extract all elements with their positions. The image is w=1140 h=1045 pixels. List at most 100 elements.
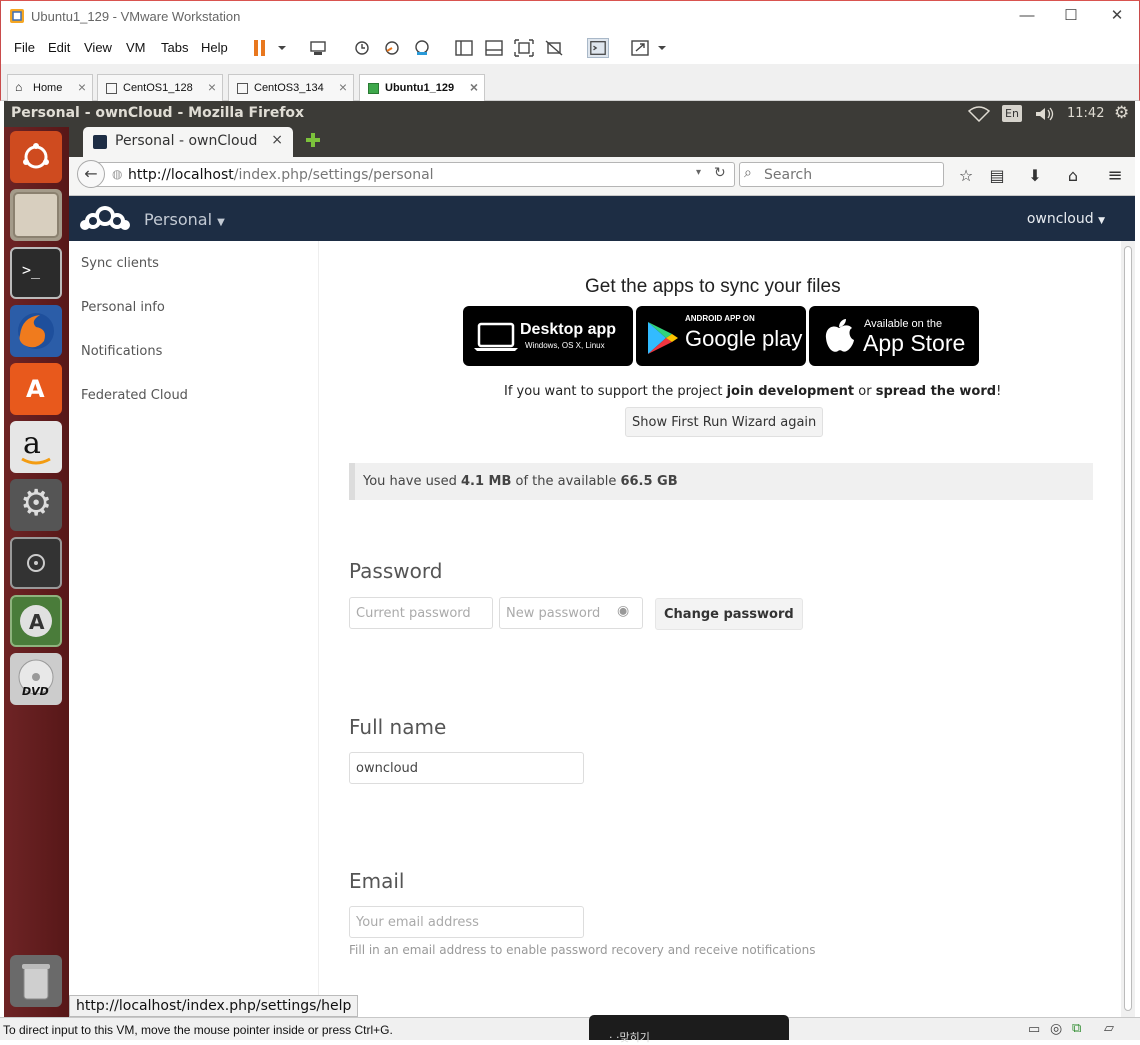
software-updater-icon[interactable]: A [10,595,62,647]
fullname-input[interactable] [349,752,584,784]
app-menu[interactable]: Personal ▼ [144,210,225,229]
console-view-icon[interactable] [587,38,609,58]
url-text[interactable]: http://localhost/index.php/settings/pers… [128,167,434,183]
url-dropdown-icon[interactable]: ▾ [696,167,701,178]
ios-badge-top: Available on the [864,318,943,330]
sidebar-item-sync-clients[interactable]: Sync clients [81,256,159,271]
browser-tab-personal[interactable]: Personal - ownCloud × [83,127,293,157]
menu-vm[interactable]: VM [126,40,146,55]
laptop-icon [474,322,518,351]
join-development-link[interactable]: join development [727,384,855,399]
full-screen-icon[interactable] [513,38,535,58]
close-icon[interactable]: × [271,132,283,148]
email-input[interactable] [349,906,584,938]
ubuntu-top-panel: Personal - ownCloud - Mozilla Firefox En… [4,101,1135,127]
hamburger-menu-icon[interactable]: ≡ [1105,166,1125,186]
clock[interactable]: 11:42 [1067,106,1104,121]
files-icon[interactable] [10,189,62,241]
quota-text-part: You have used [363,474,461,489]
search-bar[interactable]: ⌕ [739,162,944,187]
send-ctrl-alt-del-icon[interactable] [307,38,329,58]
stretch-guest-icon[interactable] [629,38,651,58]
amazon-icon[interactable]: a [10,421,62,473]
scrollbar-thumb[interactable] [1124,246,1132,1011]
apps-heading: Get the apps to sync your files [585,276,841,297]
snapshot-icon[interactable] [351,38,373,58]
show-library-icon[interactable] [453,38,475,58]
close-window-button[interactable]: ✕ [1103,5,1131,27]
downloads-icon[interactable]: ⬇ [1025,166,1045,186]
sidebar-item-notifications[interactable]: Notifications [81,344,162,359]
backup-icon[interactable] [10,537,62,589]
software-center-icon[interactable]: A [10,363,62,415]
google-play-badge[interactable]: ANDROID APP ON Google play [636,306,806,366]
chevron-down-icon[interactable] [651,38,673,58]
keyboard-layout-indicator[interactable]: En [1002,105,1022,122]
menu-tabs[interactable]: Tabs [161,40,188,55]
close-icon[interactable]: × [339,79,347,95]
desktop-app-badge[interactable]: Desktop app Windows, OS X, Linux [463,306,633,366]
ime-popup[interactable]: · ·맞히기 [589,1015,789,1044]
bookmark-star-icon[interactable]: ☆ [956,166,976,186]
svg-text:A: A [29,610,45,634]
cd-icon[interactable]: ◎ [1050,1020,1062,1037]
gear-icon[interactable]: ⚙ [1114,103,1129,123]
page-scrollbar[interactable] [1121,241,1135,1017]
home-icon[interactable]: ⌂ [1063,166,1083,186]
svg-text:DVD: DVD [22,685,49,698]
pause-icon[interactable] [249,38,271,58]
message-icon[interactable]: ▱ [1104,1020,1114,1036]
dvd-icon[interactable]: DVD [10,653,62,705]
close-icon[interactable]: × [470,79,478,95]
menu-edit[interactable]: Edit [48,40,70,55]
eye-icon[interactable]: ◉ [617,603,629,619]
wifi-icon[interactable] [968,106,990,122]
snapshot-manager-icon[interactable] [411,38,433,58]
bookmarks-menu-icon[interactable]: ▤ [987,166,1007,186]
sidebar-item-personal-info[interactable]: Personal info [81,300,165,315]
volume-icon[interactable] [1034,106,1056,122]
maximize-button[interactable]: ☐ [1057,5,1085,27]
link-status-url: http://localhost/index.php/settings/help [69,995,359,1017]
search-input[interactable] [762,166,937,184]
support-text-part: ! [996,384,1002,399]
tab-ubuntu1[interactable]: Ubuntu1_129 × [359,74,485,102]
trash-icon[interactable] [10,955,62,1007]
hdd-icon[interactable]: ▭ [1028,1021,1040,1037]
vm-icon [237,83,248,94]
ime-popup-text: · ·맞히기 [609,1031,650,1044]
close-icon[interactable]: × [78,79,86,95]
tab-home[interactable]: ⌂ Home × [7,74,93,101]
sidebar-item-federated-cloud[interactable]: Federated Cloud [81,388,188,403]
system-settings-icon[interactable]: ⚙ [10,479,62,531]
terminal-icon[interactable]: >_ [10,247,62,299]
app-store-badge[interactable]: Available on the App Store [809,306,979,366]
ubuntu-dash-icon[interactable] [10,131,62,183]
back-button[interactable]: ← [77,160,105,188]
password-section-title: Password [349,559,443,583]
minimize-button[interactable]: — [1013,5,1041,27]
user-menu[interactable]: owncloud ▼ [1027,211,1105,227]
unity-mode-icon[interactable] [543,38,565,58]
network-icon[interactable]: ⧉ [1072,1020,1081,1036]
show-thumbnail-icon[interactable] [483,38,505,58]
firefox-icon[interactable] [10,305,62,357]
change-password-button[interactable]: Change password [655,598,803,630]
menu-file[interactable]: File [14,40,35,55]
url-bar[interactable]: ← ◍ http://localhost/index.php/settings/… [77,160,735,188]
owncloud-logo-icon[interactable] [79,204,131,232]
revert-snapshot-icon[interactable] [381,38,403,58]
site-info-icon[interactable]: ◍ [112,167,122,181]
new-tab-plus-icon[interactable] [305,132,321,148]
close-icon[interactable]: × [208,79,216,95]
reload-icon[interactable]: ↻ [714,165,726,181]
menu-view[interactable]: View [84,40,112,55]
tab-centos3[interactable]: CentOS3_134 × [228,74,354,101]
show-first-run-wizard-button[interactable]: Show First Run Wizard again [625,407,824,437]
tab-centos1[interactable]: CentOS1_128 × [97,74,223,101]
current-password-input[interactable] [349,597,493,629]
vmware-app-icon [10,9,24,23]
menu-help[interactable]: Help [201,40,228,55]
chevron-down-icon[interactable] [271,38,293,58]
spread-the-word-link[interactable]: spread the word [876,384,996,399]
